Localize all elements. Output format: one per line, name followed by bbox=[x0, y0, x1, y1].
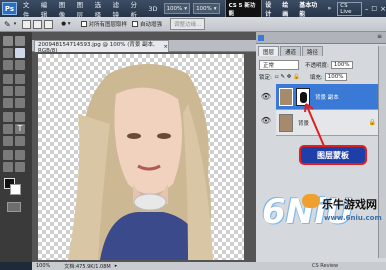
tools-panel: T bbox=[0, 32, 32, 262]
path-selection-tool-icon[interactable] bbox=[3, 136, 13, 146]
status-zoom: 100% bbox=[36, 263, 51, 269]
menu-file[interactable]: 文件 bbox=[23, 0, 35, 19]
healing-brush-tool-icon[interactable] bbox=[3, 74, 13, 84]
refine-edge-button[interactable]: 调整边缘... bbox=[170, 18, 206, 30]
workspace-design[interactable]: 设计 bbox=[262, 0, 279, 19]
zoom-dropdown[interactable]: 100% ▾ bbox=[163, 3, 191, 14]
clone-stamp-tool-icon[interactable] bbox=[3, 86, 13, 96]
chevron-down-icon: ▾ bbox=[184, 5, 188, 12]
lock-label: 锁定: bbox=[259, 75, 272, 81]
marquee-tool-icon[interactable] bbox=[15, 36, 25, 46]
zoom-value: 100% bbox=[166, 5, 183, 12]
panel-menu-icon[interactable]: ≡ bbox=[377, 33, 382, 40]
brush-size-icon[interactable]: ● ▾ bbox=[61, 21, 70, 27]
layer-thumbnail bbox=[279, 87, 293, 106]
workspace-painting[interactable]: 绘画 bbox=[279, 0, 296, 19]
lock-row: 锁定: ▫ ✎ ✥ 🔒 填充: 100% bbox=[259, 72, 379, 82]
zoom-dropdown-2[interactable]: 100% ▾ bbox=[193, 3, 220, 14]
zoom-tool-icon[interactable] bbox=[15, 162, 25, 172]
lock-icon[interactable]: ▫ ✎ ✥ 🔒 bbox=[275, 74, 300, 80]
background-color-swatch[interactable] bbox=[10, 184, 21, 195]
panel-dock-header: ≡ bbox=[256, 32, 386, 44]
cs-live-button[interactable]: CS Live bbox=[337, 1, 362, 16]
gradient-tool-icon[interactable] bbox=[15, 98, 25, 108]
sample-all-checkbox[interactable] bbox=[80, 21, 87, 27]
eye-icon[interactable]: 👁 bbox=[259, 89, 273, 103]
close-icon[interactable]: × bbox=[380, 5, 386, 13]
document-size: 文档:475.9K/1.08M bbox=[64, 263, 111, 270]
portrait-image bbox=[68, 64, 213, 260]
watermark-site-name: 乐牛游戏网 bbox=[322, 198, 377, 211]
tab-paths[interactable]: 路径 bbox=[302, 46, 324, 56]
eraser-tool-icon[interactable] bbox=[3, 98, 13, 108]
menu-analysis[interactable]: 分析 bbox=[130, 0, 142, 19]
quick-selection-icon[interactable]: ✎ bbox=[4, 20, 11, 29]
quick-selection-tool-icon[interactable] bbox=[15, 48, 25, 58]
menu-filter[interactable]: 滤镜 bbox=[113, 0, 125, 19]
eyedropper-tool-icon[interactable] bbox=[15, 60, 25, 70]
fill-label: 填充: bbox=[309, 75, 323, 81]
zoom-value-2: 100% bbox=[196, 5, 212, 12]
workspace-new-features[interactable]: CS 5 新功能 bbox=[224, 0, 263, 19]
3d-rotate-tool-icon[interactable] bbox=[3, 150, 13, 160]
shape-tool-icon[interactable] bbox=[15, 136, 25, 146]
chevron-down-icon[interactable]: ▾ bbox=[14, 21, 17, 27]
layers-panel-tabs: 图层 通道 路径 bbox=[258, 46, 378, 56]
workspace-more-icon[interactable]: » bbox=[324, 4, 334, 13]
lock-icon: 🔒 bbox=[368, 119, 376, 126]
auto-enhance-checkbox[interactable] bbox=[132, 21, 139, 27]
blend-mode-select[interactable]: 正常 bbox=[259, 60, 299, 70]
new-selection-icon[interactable] bbox=[22, 19, 32, 29]
callout-pointer bbox=[304, 103, 325, 147]
minimize-icon[interactable]: – bbox=[365, 5, 369, 13]
history-brush-tool-icon[interactable] bbox=[15, 86, 25, 96]
blur-tool-icon[interactable] bbox=[3, 112, 13, 122]
sample-all-label: 对所有图层取样 bbox=[88, 22, 128, 28]
menu-layer[interactable]: 图层 bbox=[77, 0, 89, 19]
tab-channels[interactable]: 通道 bbox=[280, 46, 302, 56]
dodge-tool-icon[interactable] bbox=[15, 112, 25, 122]
subtract-selection-icon[interactable] bbox=[44, 19, 54, 29]
blend-row: 正常 不透明度: 100% bbox=[259, 60, 379, 70]
cs-review-label[interactable]: CS Review bbox=[312, 262, 338, 270]
panel-collapse-icon[interactable] bbox=[258, 35, 264, 41]
tab-layers[interactable]: 图层 bbox=[258, 46, 280, 56]
quick-mask-icon[interactable] bbox=[7, 202, 21, 212]
menu-bar: Ps 文件 编辑 图像 图层 选择 滤镜 分析 3D 100% ▾ 100% ▾… bbox=[0, 0, 386, 19]
add-to-selection-icon[interactable] bbox=[33, 19, 43, 29]
watermark-domain: www.6niu.com bbox=[324, 214, 382, 222]
canvas[interactable] bbox=[38, 54, 244, 260]
eye-icon[interactable]: 👁 bbox=[259, 113, 273, 127]
layer-thumbnail bbox=[279, 113, 293, 132]
document-tab-title: 200948154714593.jpg @ 100% (背景 副本, RGB/8… bbox=[38, 41, 155, 54]
document-tab[interactable]: 200948154714593.jpg @ 100% (背景 副本, RGB/8… bbox=[34, 40, 169, 54]
cow-mascot-icon bbox=[302, 194, 320, 208]
move-tool-icon[interactable] bbox=[3, 36, 13, 46]
opacity-input[interactable]: 100% bbox=[330, 61, 353, 69]
fill-input[interactable]: 100% bbox=[324, 73, 347, 81]
menu-3d[interactable]: 3D bbox=[148, 5, 157, 13]
workspace-essentials[interactable]: 基本功能 bbox=[296, 0, 324, 19]
options-bar: ✎ ▾ ● ▾ 对所有图层取样 自动增强 调整边缘... bbox=[0, 17, 386, 32]
lasso-tool-icon[interactable] bbox=[3, 48, 13, 58]
brush-tool-icon[interactable] bbox=[15, 74, 25, 84]
3d-orbit-tool-icon[interactable] bbox=[15, 150, 25, 160]
maximize-icon[interactable]: □ bbox=[371, 5, 377, 12]
menu-image[interactable]: 图像 bbox=[59, 0, 71, 19]
chevron-down-icon: ▾ bbox=[213, 5, 217, 12]
menu-select[interactable]: 选择 bbox=[95, 0, 107, 19]
auto-enhance-label: 自动增强 bbox=[140, 22, 163, 28]
pen-tool-icon[interactable] bbox=[3, 124, 13, 134]
type-tool-icon[interactable]: T bbox=[15, 124, 25, 134]
opacity-label: 不透明度: bbox=[305, 63, 329, 69]
crop-tool-icon[interactable] bbox=[3, 60, 13, 70]
menu-edit[interactable]: 编辑 bbox=[41, 0, 53, 19]
hand-tool-icon[interactable] bbox=[3, 162, 13, 172]
callout-layer-mask: 图层蒙板 bbox=[299, 145, 367, 165]
watermark: 6NiU 乐牛游戏网 www.6niu.com bbox=[262, 192, 382, 252]
chevron-right-icon[interactable]: ▸ bbox=[115, 263, 118, 269]
photoshop-logo: Ps bbox=[2, 2, 17, 15]
close-icon[interactable]: × bbox=[163, 44, 168, 50]
